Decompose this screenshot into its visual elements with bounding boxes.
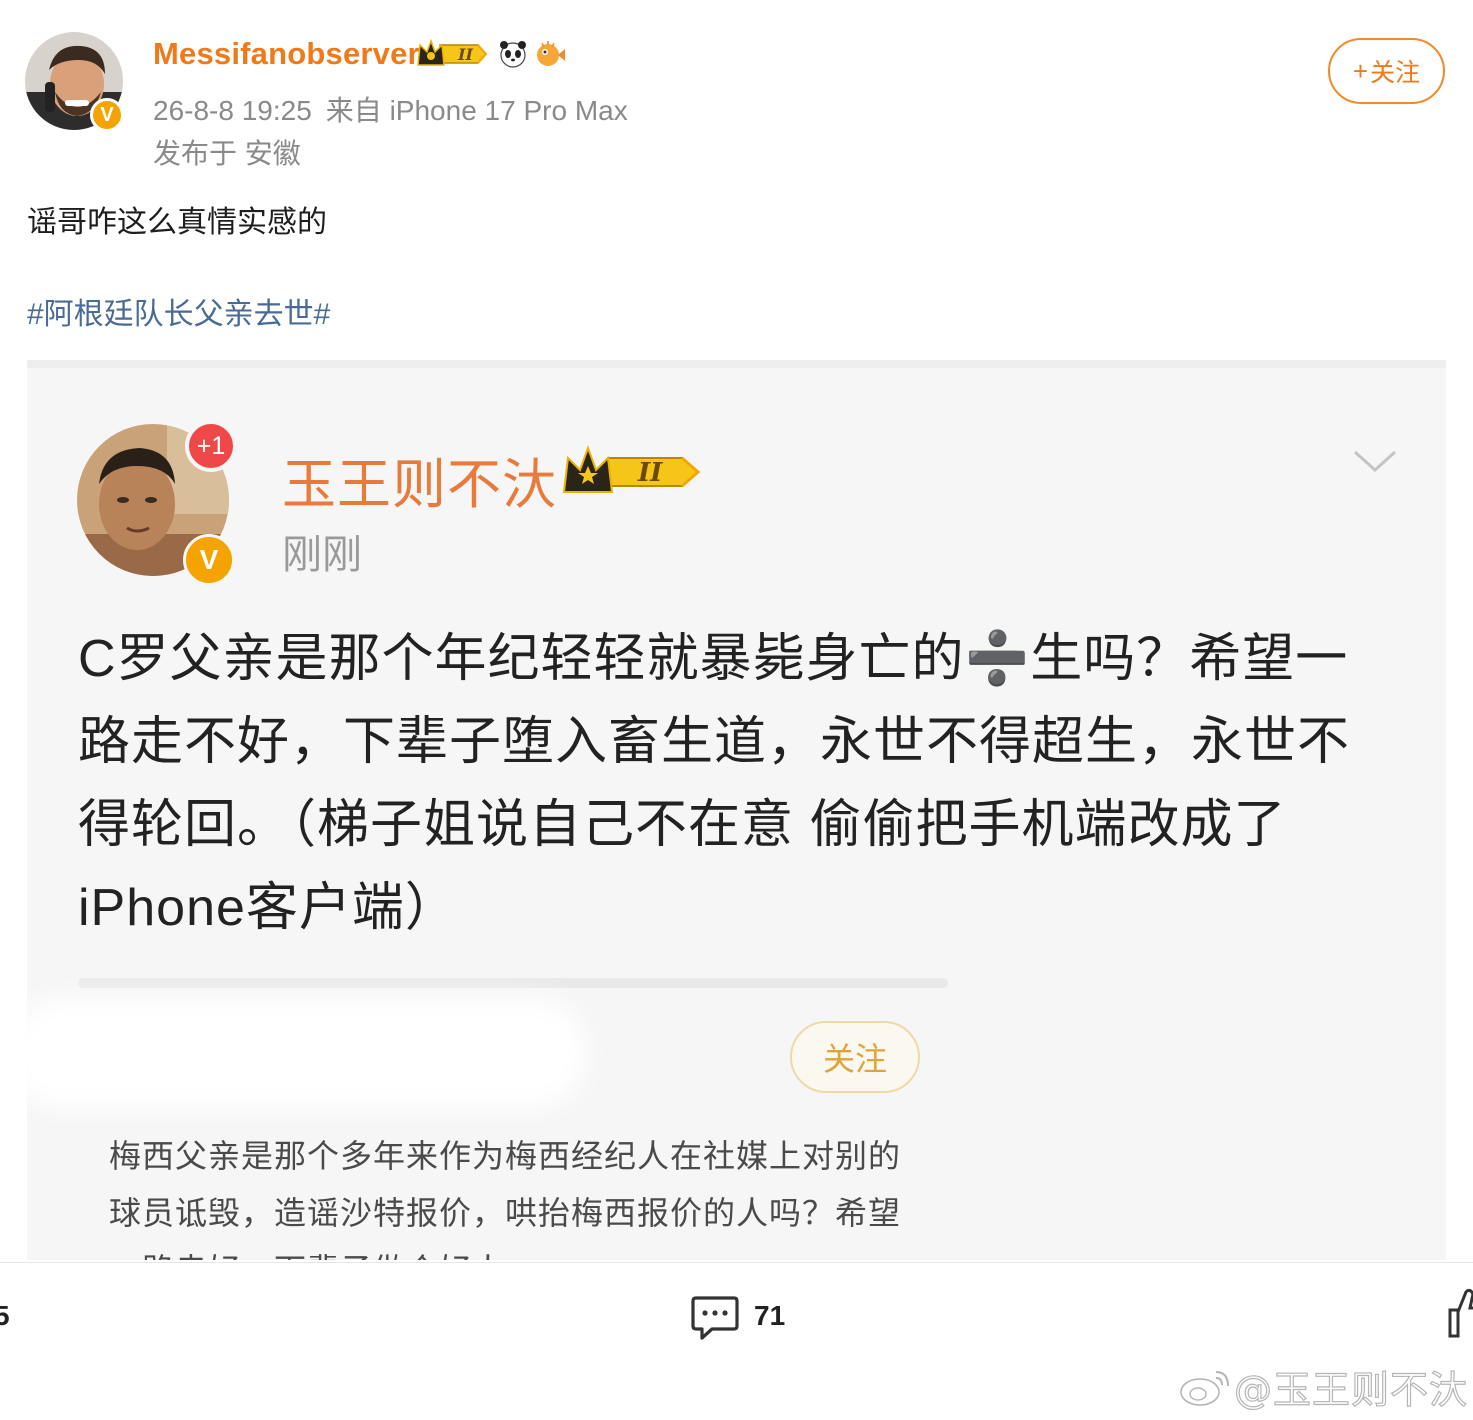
post-source: 来自 iPhone 17 Pro Max [325, 95, 628, 126]
embedded-divider [78, 978, 948, 988]
embedded-follow-button: 关注 [790, 1021, 920, 1093]
repost-count[interactable]: 5 [0, 1300, 10, 1332]
chevron-down-icon [1353, 450, 1397, 473]
embedded-crown-level-badge-icon: II [562, 444, 702, 500]
embedded-reply-text: 梅西父亲是那个多年来作为梅西经纪人在社媒上对别的球员诋毁，造谣沙特报价，哄抬梅西… [109, 1138, 902, 1260]
user-badges: II [416, 36, 566, 72]
comment-icon[interactable] [690, 1292, 740, 1342]
follow-label: 关注 [1370, 59, 1421, 87]
weibo-watermark: @玉王则不汏 [1178, 1362, 1468, 1412]
embedded-time: 刚刚 [282, 533, 362, 577]
post-location: 发布于 安徽 [153, 138, 301, 169]
post-text: 谣哥咋这么真情实感的 [27, 206, 327, 239]
embedded-screenshot[interactable]: +1 V 玉王则不汏 II 刚刚 C罗父亲是那个年纪轻轻就暴毙身亡的➗生吗？希望… [27, 360, 1446, 1260]
post-timestamp: 26-8-8 19:25 [153, 95, 312, 126]
plus-one-badge: +1 [185, 420, 237, 472]
embedded-level-numeral: II [637, 458, 663, 488]
footer-divider [0, 1262, 1473, 1263]
panda-icon [500, 41, 526, 68]
pufferfish-icon [537, 41, 565, 66]
level-numeral: II [457, 45, 473, 64]
verified-badge: V [90, 98, 124, 132]
author-name[interactable]: Messifanobserver [153, 36, 420, 72]
watermark-text: @玉王则不汏 [1233, 1367, 1469, 1412]
blurred-area [27, 998, 587, 1108]
plus-icon: + [1352, 55, 1369, 86]
post-meta: 26-8-8 19:25 来自 iPhone 17 Pro Max [153, 89, 628, 129]
hashtag-link[interactable]: #阿根廷队长父亲去世# [27, 289, 330, 333]
like-thumb-icon[interactable] [1446, 1286, 1473, 1340]
follow-button[interactable]: + 关注 [1328, 38, 1445, 104]
weibo-logo-icon [1180, 1371, 1229, 1406]
embedded-username: 玉王则不汏 [282, 453, 557, 516]
comment-count[interactable]: 71 [754, 1300, 785, 1332]
embedded-body-text: C罗父亲是那个年纪轻轻就暴毙身亡的➗生吗？希望一路走不好，下辈子堕入畜生道，永世… [78, 630, 1351, 937]
crown-level-badge-icon[interactable]: II [416, 37, 492, 71]
embedded-verified-badge: V [183, 534, 235, 586]
